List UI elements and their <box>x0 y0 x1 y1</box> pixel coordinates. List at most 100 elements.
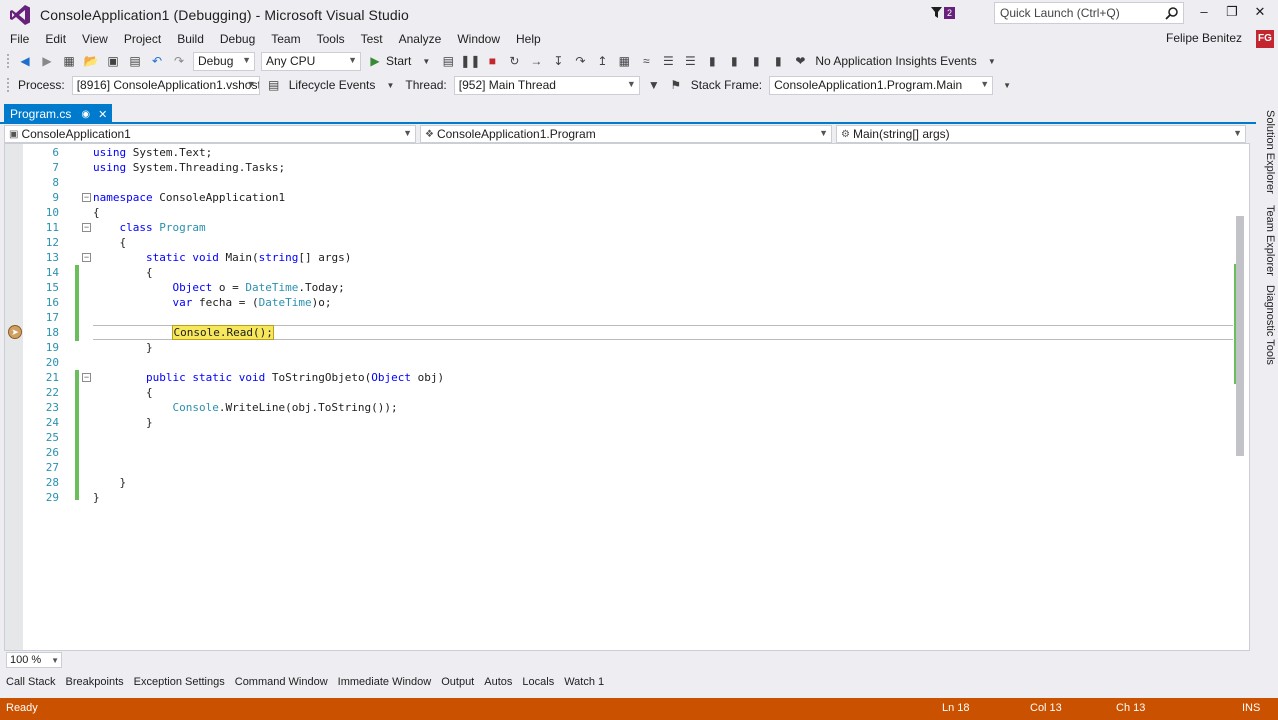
project-select[interactable]: ▣ ConsoleApplication1 ▼ <box>4 125 416 143</box>
bookmark-icon[interactable]: ▮ <box>704 53 720 69</box>
chevron-down-icon[interactable]: ▼ <box>418 53 434 69</box>
restart-icon[interactable]: ↻ <box>506 53 522 69</box>
code-line[interactable]: public static void ToStringObjeto(Object… <box>93 370 1223 385</box>
toolbar-grip[interactable] <box>6 77 10 93</box>
zoom-select[interactable]: 100 % ▼ <box>6 652 62 668</box>
code-line[interactable]: } <box>93 415 1223 430</box>
vertical-scrollbar[interactable] <box>1234 144 1246 650</box>
quick-launch-input[interactable]: Quick Launch (Ctrl+Q) <box>994 2 1184 24</box>
pause-icon[interactable]: ❚❚ <box>460 53 480 69</box>
code-line[interactable]: { <box>93 265 1223 280</box>
menu-team[interactable]: Team <box>263 32 308 46</box>
toolbar-grip[interactable] <box>6 53 10 69</box>
collapse-icon[interactable]: − <box>82 373 91 382</box>
code-line[interactable]: { <box>93 235 1223 250</box>
code-line[interactable]: namespace ConsoleApplication1 <box>93 190 1223 205</box>
tab-breakpoints[interactable]: Breakpoints <box>61 676 129 688</box>
code-line[interactable]: { <box>93 205 1223 220</box>
menu-help[interactable]: Help <box>508 32 549 46</box>
code-line[interactable] <box>93 445 1223 460</box>
code-line[interactable]: } <box>93 475 1223 490</box>
code-line[interactable] <box>93 310 1223 325</box>
toolbar-overflow-icon[interactable]: ▼ <box>999 77 1015 93</box>
redo-icon[interactable]: ↷ <box>171 53 187 69</box>
member-select[interactable]: ⚙ Main(string[] args) ▼ <box>836 125 1246 143</box>
solution-explorer-tab[interactable]: Solution Explorer <box>1258 110 1276 194</box>
code-line[interactable]: Console.WriteLine(obj.ToString()); <box>93 400 1223 415</box>
step-over-icon[interactable]: ↷ <box>572 53 588 69</box>
diagnostic-tools-tab[interactable]: Diagnostic Tools <box>1258 285 1276 365</box>
tab-program-cs[interactable]: Program.cs ◉ ✕ <box>4 104 112 124</box>
menu-debug[interactable]: Debug <box>212 32 263 46</box>
pin-icon[interactable]: ◉ <box>81 109 90 120</box>
flag-threads-icon[interactable]: ⚑ <box>668 77 684 93</box>
collapse-icon[interactable]: − <box>82 223 91 232</box>
code-editor[interactable]: ➤ 6 7 8 9 10 11 12 13 14 15 16 17 18 19 20 21 22 23 24 25 26… <box>4 143 1250 651</box>
tab-command-window[interactable]: Command Window <box>230 676 333 688</box>
collapse-icon[interactable]: − <box>82 193 91 202</box>
uncomment-icon[interactable]: ☰ <box>682 53 698 69</box>
platform-select[interactable]: Any CPU ▼ <box>261 51 361 71</box>
code-line[interactable] <box>93 175 1223 190</box>
code-line[interactable]: { <box>93 385 1223 400</box>
filter-icon[interactable]: ▼ <box>646 77 662 93</box>
stack-frame-select[interactable]: ConsoleApplication1.Program.Main ▼ <box>769 75 994 95</box>
scrollbar-thumb[interactable] <box>1236 216 1244 456</box>
hex-display-icon[interactable]: ▦ <box>616 53 632 69</box>
close-button[interactable]: ✕ <box>1246 4 1274 24</box>
start-icon[interactable]: ▶ <box>367 53 383 69</box>
thread-select[interactable]: [952] Main Thread ▼ <box>453 75 640 95</box>
comment-icon[interactable]: ☰ <box>660 53 676 69</box>
start-button[interactable]: Start <box>386 54 411 68</box>
collapse-icon[interactable]: − <box>82 253 91 262</box>
menu-project[interactable]: Project <box>116 32 169 46</box>
open-file-icon[interactable]: 📂 <box>83 53 99 69</box>
application-insights-label[interactable]: No Application Insights Events <box>815 54 976 68</box>
lifecycle-events-button[interactable]: Lifecycle Events <box>289 78 376 92</box>
forward-icon[interactable]: ▶ <box>39 53 55 69</box>
code-line[interactable] <box>93 460 1223 475</box>
browser-link-icon[interactable]: ▤ <box>440 53 456 69</box>
step-into-icon[interactable]: ↧ <box>550 53 566 69</box>
menu-file[interactable]: File <box>0 32 37 46</box>
step-out-icon[interactable]: ↥ <box>594 53 610 69</box>
close-icon[interactable]: ✕ <box>98 108 107 121</box>
team-explorer-tab[interactable]: Team Explorer <box>1258 205 1276 276</box>
code-line[interactable]: using System.Threading.Tasks; <box>93 160 1223 175</box>
menu-test[interactable]: Test <box>353 32 391 46</box>
menu-tools[interactable]: Tools <box>309 32 353 46</box>
code-line[interactable] <box>93 430 1223 445</box>
chevron-down-icon[interactable]: ▼ <box>984 53 1000 69</box>
back-icon[interactable]: ◀ <box>17 53 33 69</box>
menu-analyze[interactable]: Analyze <box>391 32 450 46</box>
chevron-down-icon[interactable]: ▼ <box>382 77 398 93</box>
tab-output[interactable]: Output <box>436 676 479 688</box>
menu-window[interactable]: Window <box>449 32 508 46</box>
code-line[interactable]: class Program <box>93 220 1223 235</box>
code-line[interactable]: var fecha = (DateTime)o; <box>93 295 1223 310</box>
tab-locals[interactable]: Locals <box>517 676 559 688</box>
new-project-icon[interactable]: ▦ <box>61 53 77 69</box>
tab-autos[interactable]: Autos <box>479 676 517 688</box>
type-select[interactable]: ❖ ConsoleApplication1.Program ▼ <box>420 125 832 143</box>
code-text[interactable]: using System.Text; using System.Threading… <box>93 145 1223 505</box>
indicator-margin[interactable] <box>5 144 23 650</box>
code-line[interactable]: Console.Read(); <box>93 325 1223 340</box>
configuration-select[interactable]: Debug ▼ <box>193 51 255 71</box>
menu-view[interactable]: View <box>74 32 116 46</box>
tab-exception-settings[interactable]: Exception Settings <box>129 676 230 688</box>
save-icon[interactable]: ▣ <box>105 53 121 69</box>
user-name[interactable]: Felipe Benitez <box>1166 31 1242 45</box>
application-insights-icon[interactable]: ❤ <box>792 53 808 69</box>
tab-watch-1[interactable]: Watch 1 <box>559 676 609 688</box>
lifecycle-events-icon[interactable]: ▤ <box>266 77 282 93</box>
menu-build[interactable]: Build <box>169 32 212 46</box>
code-line[interactable]: } <box>93 340 1223 355</box>
process-select[interactable]: [8916] ConsoleApplication1.vshost ▼ <box>71 75 260 95</box>
clear-bookmarks-icon[interactable]: ▮ <box>770 53 786 69</box>
tab-immediate-window[interactable]: Immediate Window <box>333 676 437 688</box>
code-line[interactable]: using System.Text; <box>93 145 1223 160</box>
next-bookmark-icon[interactable]: ▮ <box>748 53 764 69</box>
tab-call-stack[interactable]: Call Stack <box>0 676 61 688</box>
undo-icon[interactable]: ↶ <box>149 53 165 69</box>
